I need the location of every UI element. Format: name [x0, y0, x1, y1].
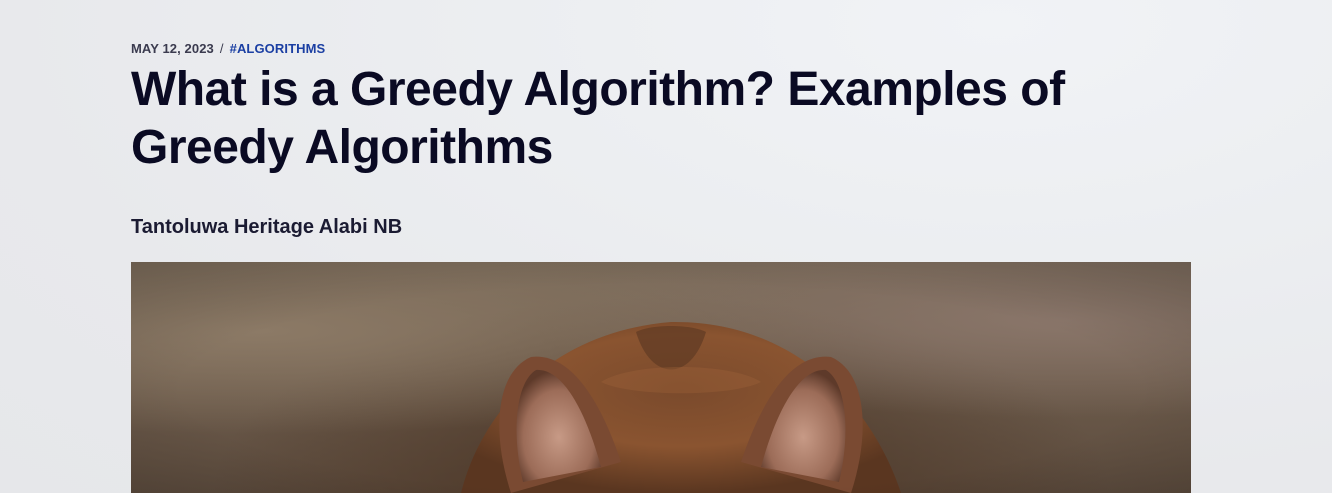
meta-separator: / [219, 41, 224, 56]
post-date: MAY 12, 2023 [131, 41, 214, 56]
feature-image [131, 262, 1191, 493]
post-tag-link[interactable]: #ALGORITHMS [230, 41, 326, 56]
post-meta: MAY 12, 2023 / #ALGORITHMS [131, 41, 325, 56]
post-title: What is a Greedy Algorithm? Examples of … [131, 63, 1065, 174]
author-name: Tantoluwa Heritage Alabi NB [131, 216, 403, 238]
mouse-photo [131, 262, 1191, 493]
